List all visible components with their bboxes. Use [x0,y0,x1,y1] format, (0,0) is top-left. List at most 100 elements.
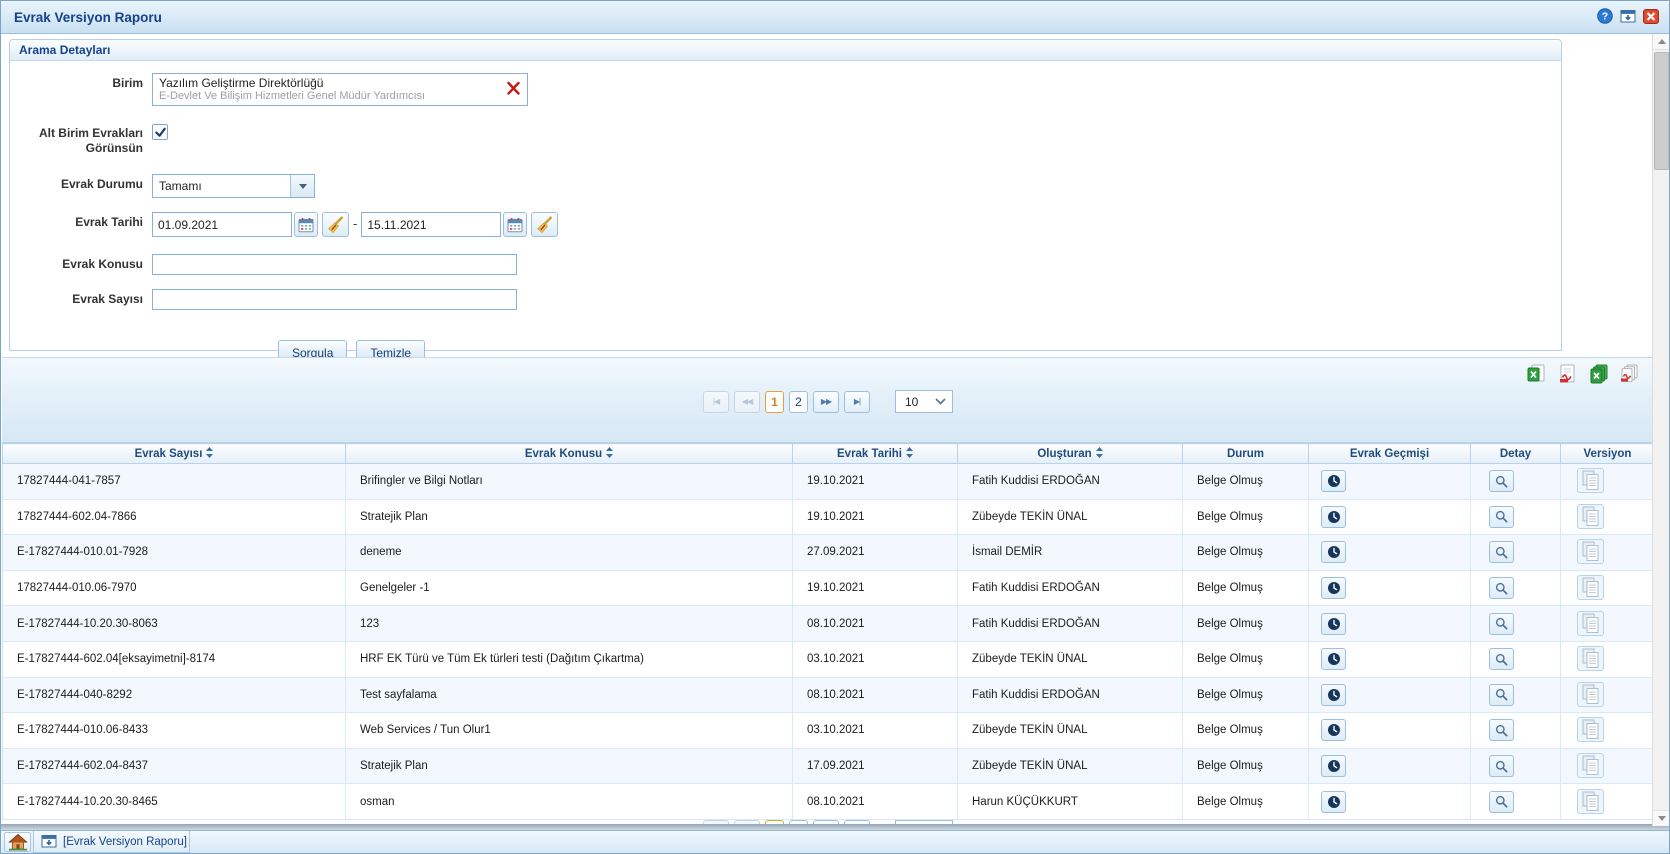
evrak-gecmisi-button[interactable] [1321,506,1346,528]
help-icon[interactable]: ? [1596,8,1613,24]
broom-icon[interactable] [322,212,349,237]
table-row: 17827444-602.04-7866Stratejik Plan19.10.… [3,499,1655,535]
evrak-gecmisi-button[interactable] [1321,684,1346,706]
cell-versiyon [1561,748,1655,784]
cell-detay [1471,570,1561,606]
evrak-durumu-value: Tamamı [153,175,290,197]
detay-button[interactable] [1489,648,1514,670]
cell-detay [1471,499,1561,535]
cell-evrak-tarihi: 19.10.2021 [793,464,958,500]
birim-clear-icon[interactable] [505,81,521,97]
detay-button[interactable] [1489,541,1514,563]
versiyon-button[interactable] [1577,753,1604,778]
detay-button[interactable] [1489,577,1514,599]
scroll-down-icon[interactable] [1653,810,1670,826]
versiyon-button[interactable] [1577,717,1604,742]
table-row: E-17827444-010.01-7928deneme27.09.2021İs… [3,535,1655,571]
cell-evrak-sayisi: 17827444-602.04-7866 [3,499,346,535]
birim-field[interactable]: Yazılım Geliştirme Direktörlüğü E-Devlet… [152,73,528,106]
versiyon-button[interactable] [1577,575,1604,600]
rows-per-page-value: 10 [896,395,935,409]
evrak-gecmisi-button[interactable] [1321,755,1346,777]
scroll-up-icon[interactable] [1653,34,1670,50]
close-icon[interactable] [1642,8,1659,24]
vertical-scrollbar[interactable] [1652,34,1669,826]
export-excel-icon[interactable] [1525,364,1547,386]
cell-evrak-sayisi: E-17827444-10.20.30-8465 [3,784,346,820]
export-all-pdf-icon[interactable] [1618,364,1640,386]
cell-detay [1471,748,1561,784]
search-panel-header: Arama Detayları [10,40,1561,61]
date-range-separator: - [349,212,361,231]
detay-button[interactable] [1489,719,1514,741]
cell-detay [1471,641,1561,677]
table-row: E-17827444-010.06-8433Web Services / Tun… [3,713,1655,749]
evrak-gecmisi-button[interactable] [1321,577,1346,599]
versiyon-button[interactable] [1577,646,1604,671]
rows-per-page-select[interactable]: 10 [895,390,953,413]
pager-page-2[interactable]: 2 [789,391,808,413]
chevron-down-icon[interactable] [290,175,314,197]
cell-durum: Belge Olmuş [1183,535,1309,571]
pager-first-icon[interactable]: |◀ [703,391,729,413]
detay-button[interactable] [1489,470,1514,492]
window-icon[interactable] [1619,8,1636,24]
cell-olusturan: İsmail DEMİR [958,535,1183,571]
evrak-konusu-input[interactable] [152,254,517,275]
evrak-sayisi-input[interactable] [152,289,517,310]
taskbar-tab-label: [Evrak Versiyon Raporu] [63,836,187,848]
evrak-durumu-select[interactable]: Tamamı [152,174,315,198]
evrak-gecmisi-button[interactable] [1321,613,1346,635]
column-header-evrak_tarihi[interactable]: Evrak Tarihi [793,444,958,464]
column-header-evrak_sayisi[interactable]: Evrak Sayısı [3,444,346,464]
export-all-excel-icon[interactable] [1587,364,1609,386]
cell-evrak-gecmisi [1309,713,1471,749]
detay-button[interactable] [1489,613,1514,635]
versiyon-button[interactable] [1577,539,1604,564]
pager-page-1[interactable]: 1 [765,391,784,413]
cell-versiyon [1561,713,1655,749]
detay-button[interactable] [1489,755,1514,777]
column-header-detay: Detay [1471,444,1561,464]
birim-label: Birim [10,73,152,91]
detay-button[interactable] [1489,791,1514,813]
versiyon-button[interactable] [1577,611,1604,636]
cell-versiyon [1561,499,1655,535]
alt-birim-checkbox[interactable] [152,124,168,140]
evrak-gecmisi-button[interactable] [1321,719,1346,741]
broom-icon[interactable] [531,212,558,237]
evrak-sayisi-label: Evrak Sayısı [10,289,152,307]
pager-next-icon[interactable]: ▶▶ [813,391,839,413]
app-window: Evrak Versiyon Raporu ? Arama Detayları … [0,0,1670,854]
evrak-gecmisi-button[interactable] [1321,791,1346,813]
export-pdf-icon[interactable] [1556,364,1578,386]
versiyon-button[interactable] [1577,789,1604,814]
pager-last-icon[interactable]: ▶| [844,391,870,413]
evrak-gecmisi-button[interactable] [1321,541,1346,563]
cell-versiyon [1561,464,1655,500]
cell-detay [1471,606,1561,642]
cell-versiyon [1561,677,1655,713]
cell-olusturan: Zübeyde TEKİN ÜNAL [958,499,1183,535]
scrollbar-thumb[interactable] [1654,52,1669,170]
pager-prev-icon[interactable]: ◀◀ [734,391,760,413]
versiyon-button[interactable] [1577,504,1604,529]
calendar-icon[interactable] [503,212,527,237]
home-icon[interactable] [4,832,31,852]
versiyon-button[interactable] [1577,468,1604,493]
taskbar-tab[interactable]: [Evrak Versiyon Raporu] [33,831,190,853]
evrak-tarihi-end-input[interactable] [361,212,501,237]
cell-olusturan: Fatih Kuddisi ERDOĞAN [958,464,1183,500]
cell-versiyon [1561,535,1655,571]
evrak-tarihi-start-input[interactable] [152,212,292,237]
column-header-evrak_konusu[interactable]: Evrak Konusu [346,444,793,464]
evrak-gecmisi-button[interactable] [1321,648,1346,670]
detay-button[interactable] [1489,684,1514,706]
cell-evrak-tarihi: 03.10.2021 [793,641,958,677]
column-header-olusturan[interactable]: Oluşturan [958,444,1183,464]
versiyon-button[interactable] [1577,682,1604,707]
column-header-label: Durum [1227,448,1264,460]
evrak-gecmisi-button[interactable] [1321,470,1346,492]
calendar-icon[interactable] [294,212,318,237]
detay-button[interactable] [1489,506,1514,528]
